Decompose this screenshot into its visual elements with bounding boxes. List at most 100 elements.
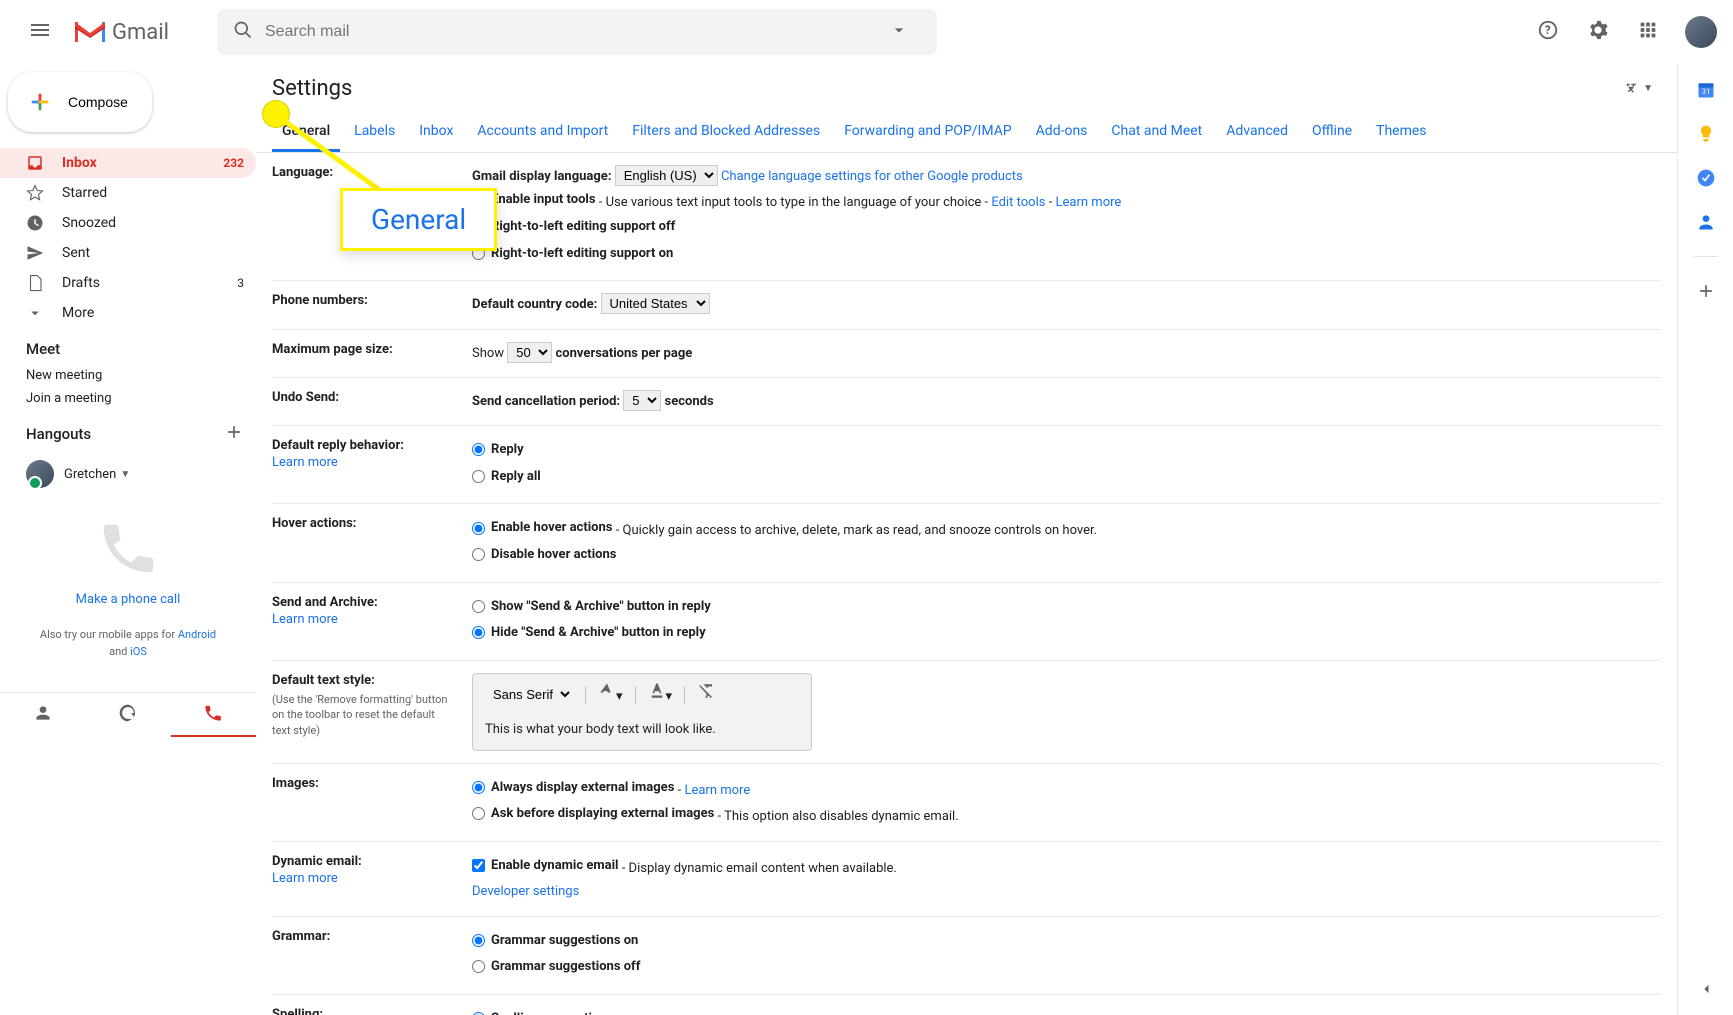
- reply-all-radio[interactable]: Reply all: [472, 465, 541, 488]
- font-family-select[interactable]: Sans Serif: [485, 685, 573, 704]
- contacts-tab-icon[interactable]: [0, 693, 85, 737]
- tab-labels[interactable]: Labels: [344, 113, 405, 152]
- text-color-icon[interactable]: ▾: [648, 682, 673, 708]
- enable-input-tools-checkbox[interactable]: Enable input tools: [472, 188, 596, 211]
- tab-accounts[interactable]: Accounts and Import: [467, 113, 618, 152]
- input-language-icon[interactable]: ▼: [1623, 80, 1653, 98]
- change-language-link[interactable]: Change language settings for other Googl…: [721, 169, 1023, 184]
- hangouts-user[interactable]: Gretchen ▼: [0, 452, 256, 496]
- make-phone-call-link[interactable]: Make a phone call: [76, 592, 181, 607]
- page-size-select[interactable]: 50: [507, 342, 552, 363]
- sidebar-item-more[interactable]: More: [0, 298, 256, 328]
- settings-area: Settings ▼ General Labels Inbox Accounts…: [256, 64, 1677, 1015]
- learn-more-link[interactable]: Learn more: [684, 783, 750, 798]
- tab-themes[interactable]: Themes: [1366, 113, 1436, 152]
- phone-tab-icon[interactable]: [171, 693, 256, 737]
- enable-hover-radio[interactable]: Enable hover actions: [472, 516, 612, 539]
- grammar-off-radio[interactable]: Grammar suggestions off: [472, 955, 640, 978]
- tab-offline[interactable]: Offline: [1302, 113, 1362, 152]
- tasks-addon-icon[interactable]: [1696, 168, 1716, 188]
- undo-period-select[interactable]: 5: [623, 390, 661, 411]
- tab-addons[interactable]: Add-ons: [1026, 113, 1098, 152]
- sidebar-item-snoozed[interactable]: Snoozed: [0, 208, 256, 238]
- show-send-archive-radio[interactable]: Show "Send & Archive" button in reply: [472, 595, 711, 618]
- setting-undo-send: Undo Send: Send cancellation period: 5 s…: [272, 378, 1661, 426]
- learn-more-link[interactable]: Learn more: [272, 871, 456, 886]
- sidebar-item-starred[interactable]: Starred: [0, 178, 256, 208]
- setting-hover-actions: Hover actions: Enable hover actions - Qu…: [272, 504, 1661, 582]
- developer-settings-link[interactable]: Developer settings: [472, 884, 579, 899]
- hangouts-tab-icon[interactable]: [85, 693, 170, 737]
- sidebar-item-sent[interactable]: Sent: [0, 238, 256, 268]
- apps-icon[interactable]: [1627, 9, 1669, 55]
- bottom-tabs: [0, 692, 256, 737]
- tab-forwarding[interactable]: Forwarding and POP/IMAP: [834, 113, 1021, 152]
- search-options-icon[interactable]: [889, 20, 921, 44]
- account-avatar[interactable]: [1685, 16, 1717, 48]
- support-icon[interactable]: [1527, 9, 1569, 55]
- search-input[interactable]: [265, 23, 889, 41]
- rtl-off-radio[interactable]: Right-to-left editing support off: [472, 215, 675, 238]
- tab-chat[interactable]: Chat and Meet: [1101, 113, 1212, 152]
- gmail-language-select[interactable]: English (US): [615, 165, 718, 186]
- svg-text:31: 31: [1701, 87, 1709, 96]
- reply-radio[interactable]: Reply: [472, 438, 524, 461]
- nav-list: Inbox 232 Starred Snoozed Sent Drafts 3: [0, 148, 256, 328]
- country-code-select[interactable]: United States: [601, 293, 710, 314]
- remove-format-icon[interactable]: [697, 682, 715, 708]
- calendar-addon-icon[interactable]: 31: [1696, 80, 1716, 100]
- phone-icon: [96, 516, 160, 580]
- keep-addon-icon[interactable]: [1696, 124, 1716, 144]
- setting-dynamic-email: Dynamic email: Learn more Enable dynamic…: [272, 842, 1661, 917]
- rtl-on-radio[interactable]: Right-to-left editing support on: [472, 242, 673, 265]
- search-icon: [233, 20, 265, 44]
- android-link[interactable]: Android: [178, 628, 216, 641]
- join-meeting-link[interactable]: Join a meeting: [0, 387, 256, 410]
- contacts-addon-icon[interactable]: [1696, 212, 1716, 232]
- settings-tabs: General Labels Inbox Accounts and Import…: [256, 113, 1677, 153]
- sidebar-item-label: Inbox: [62, 155, 97, 171]
- search-bar[interactable]: [217, 9, 937, 55]
- tab-inbox[interactable]: Inbox: [409, 113, 463, 152]
- setting-grammar: Grammar: Grammar suggestions on Grammar …: [272, 917, 1661, 995]
- enable-dynamic-checkbox[interactable]: Enable dynamic email: [472, 854, 619, 877]
- tab-filters[interactable]: Filters and Blocked Addresses: [622, 113, 830, 152]
- main-menu-icon[interactable]: [16, 6, 64, 58]
- disable-hover-radio[interactable]: Disable hover actions: [472, 543, 616, 566]
- setting-language: Language: Gmail display language: Englis…: [272, 153, 1661, 281]
- spelling-on-radio[interactable]: Spelling suggestions on: [472, 1007, 631, 1015]
- header-actions: [1527, 9, 1717, 55]
- settings-header: Settings ▼: [256, 64, 1677, 113]
- hide-send-archive-radio[interactable]: Hide "Send & Archive" button in reply: [472, 621, 706, 644]
- page-title: Settings: [272, 76, 352, 101]
- compose-label: Compose: [68, 94, 128, 110]
- learn-more-link[interactable]: Learn more: [272, 455, 456, 470]
- get-addons-icon[interactable]: [1696, 281, 1716, 301]
- font-size-icon[interactable]: ▾: [598, 682, 623, 708]
- sidebar-item-label: Sent: [62, 245, 90, 261]
- tab-general[interactable]: General: [272, 113, 340, 152]
- add-hangout-icon[interactable]: [224, 422, 244, 446]
- mobile-apps-footer: Also try our mobile apps for Android and…: [20, 627, 236, 660]
- sidebar-item-drafts[interactable]: Drafts 3: [0, 268, 256, 298]
- sidebar-item-label: Starred: [62, 185, 107, 201]
- learn-more-link[interactable]: Learn more: [272, 612, 456, 627]
- ios-link[interactable]: iOS: [130, 645, 147, 658]
- setting-page-size: Maximum page size: Show 50 conversations…: [272, 330, 1661, 378]
- hangouts-header: Hangouts: [0, 410, 256, 452]
- new-meeting-link[interactable]: New meeting: [0, 364, 256, 387]
- ask-display-radio[interactable]: Ask before displaying external images: [472, 802, 714, 825]
- settings-icon[interactable]: [1577, 9, 1619, 55]
- gmail-logo[interactable]: Gmail: [72, 19, 169, 45]
- setting-phone-numbers: Phone numbers: Default country code: Uni…: [272, 281, 1661, 329]
- right-rail: 31: [1677, 64, 1733, 1015]
- always-display-radio[interactable]: Always display external images: [472, 776, 674, 799]
- compose-button[interactable]: Compose: [8, 72, 152, 132]
- grammar-on-radio[interactable]: Grammar suggestions on: [472, 929, 638, 952]
- expand-rail-icon[interactable]: [1696, 979, 1716, 999]
- tab-advanced[interactable]: Advanced: [1216, 113, 1298, 152]
- sidebar-item-inbox[interactable]: Inbox 232: [0, 148, 256, 178]
- inbox-count: 232: [223, 156, 244, 170]
- edit-tools-link[interactable]: Edit tools: [991, 196, 1045, 211]
- learn-more-link[interactable]: Learn more: [1056, 196, 1122, 211]
